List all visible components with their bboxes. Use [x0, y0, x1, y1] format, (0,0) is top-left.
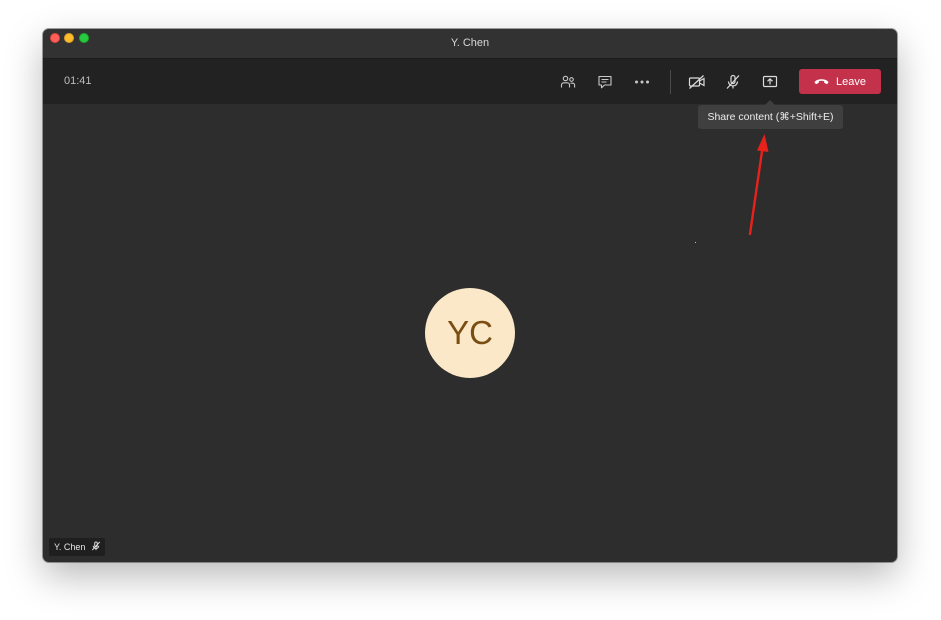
microphone-toggle-button[interactable] — [720, 70, 746, 94]
camera-off-icon — [688, 74, 706, 90]
leave-button[interactable]: Leave — [799, 69, 881, 94]
meeting-window: Y. Chen 01:41 Leave Share content (⌘+Shi… — [43, 29, 897, 562]
chat-button[interactable] — [592, 70, 618, 94]
share-content-tooltip: Share content (⌘+Shift+E) — [698, 100, 843, 129]
stray-pixel — [695, 242, 696, 243]
chat-icon — [597, 74, 613, 90]
toolbar-divider — [670, 70, 671, 94]
window-title: Y. Chen — [450, 37, 490, 49]
mic-off-icon — [91, 541, 101, 553]
more-dots-icon — [634, 74, 650, 90]
call-timer: 01:41 — [64, 75, 92, 87]
share-screen-icon — [762, 74, 778, 90]
share-content-button[interactable] — [757, 70, 783, 94]
mic-off-icon — [725, 74, 741, 90]
leave-button-label: Leave — [836, 75, 866, 88]
camera-toggle-button[interactable] — [684, 70, 710, 94]
people-icon — [560, 74, 576, 90]
meeting-toolbar: 01:41 Leave — [43, 59, 897, 104]
participant-avatar: YC — [425, 288, 515, 378]
participants-button[interactable] — [555, 70, 581, 94]
title-bar: Y. Chen — [43, 29, 897, 59]
more-options-button[interactable] — [629, 70, 655, 94]
participant-name: Y. Chen — [54, 542, 86, 552]
hang-up-phone-icon — [814, 76, 829, 88]
participant-name-tag: Y. Chen — [49, 538, 106, 556]
